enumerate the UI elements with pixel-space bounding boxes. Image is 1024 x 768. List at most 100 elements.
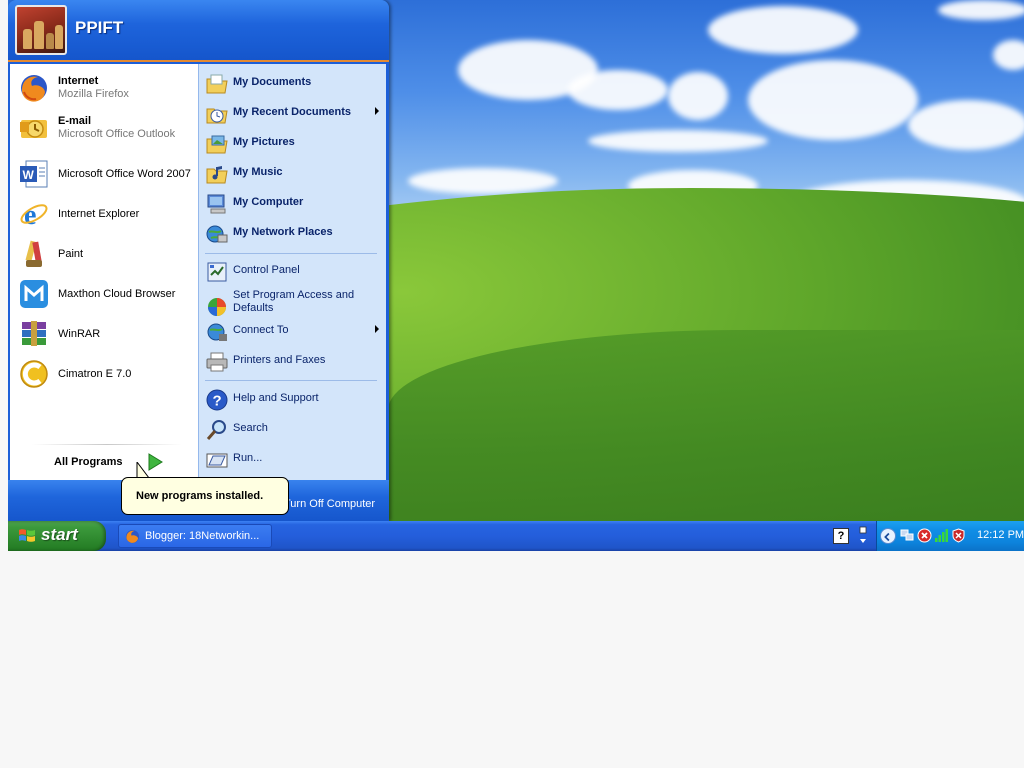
signal-strength-icon[interactable] [934, 528, 949, 543]
outlook-icon [20, 120, 47, 138]
recent-program-winrar[interactable]: WinRAR [16, 316, 196, 352]
help-icon: ? [206, 389, 228, 411]
language-help-icon[interactable]: ? [833, 528, 849, 544]
taskbar: start Blogger: 18Networkin... ? 12:12 PM [8, 521, 1024, 551]
places-pane: My Documents My Recent Documents My Pict… [198, 64, 386, 480]
start-button[interactable]: start [8, 521, 106, 551]
user-name: PPIFT [75, 18, 124, 37]
my-pictures-icon [206, 135, 228, 154]
program-subtitle: Microsoft Office Outlook [58, 128, 176, 140]
network-connection-icon[interactable] [900, 528, 915, 543]
search-icon [206, 420, 226, 440]
my-computer-item[interactable]: My Computer [203, 189, 383, 217]
paint-icon [25, 240, 42, 267]
winrar-icon [22, 321, 46, 346]
control-panel-item[interactable]: Control Panel [203, 257, 383, 285]
program-access-icon [208, 298, 226, 316]
my-pictures-item[interactable]: My Pictures [203, 129, 383, 157]
chevron-left-icon [884, 532, 890, 542]
windows-logo-icon [19, 529, 35, 542]
place-label: Run... [233, 452, 263, 464]
printers-faxes-item[interactable]: Printers and Faxes [203, 347, 383, 375]
pinned-internet[interactable]: Internet Mozilla Firefox [16, 70, 196, 106]
security-shield-icon[interactable] [951, 528, 966, 543]
program-subtitle: Mozilla Firefox [58, 88, 129, 100]
program-title: E-mail [58, 115, 92, 127]
antivirus-alert-icon[interactable] [917, 528, 932, 543]
start-label: start [41, 525, 78, 544]
svg-text:W: W [23, 168, 35, 182]
connect-to-item[interactable]: Connect To [203, 317, 383, 345]
place-label: Help and Support [233, 392, 319, 404]
my-documents-item[interactable]: My Documents [203, 69, 383, 97]
recent-program-ie[interactable]: e Internet Explorer [16, 196, 196, 232]
taskbar-button-label: Blogger: 18Networkin... [145, 530, 260, 542]
control-panel-icon [207, 262, 227, 282]
desktop: PPIFT Internet Mozilla Firefox E-mail Mi… [8, 0, 1024, 551]
divider [32, 444, 182, 445]
help-support-item[interactable]: ? Help and Support [203, 385, 383, 413]
show-hidden-icons-button[interactable] [880, 528, 896, 544]
word-icon: W [20, 160, 48, 188]
run-item[interactable]: Run... [203, 445, 383, 473]
internet-explorer-icon: e [20, 200, 48, 230]
all-programs-label: All Programs [54, 456, 123, 468]
submenu-arrow-icon [375, 107, 379, 115]
recent-program-maxthon[interactable]: Maxthon Cloud Browser [16, 276, 196, 312]
place-label: My Pictures [233, 136, 295, 148]
place-label: My Network Places [233, 226, 333, 238]
place-label: Search [233, 422, 268, 434]
programs-pane: Internet Mozilla Firefox E-mail Microsof… [10, 64, 198, 480]
program-title: WinRAR [58, 328, 101, 340]
my-documents-icon [206, 74, 228, 94]
svg-text:?: ? [213, 393, 222, 410]
recent-documents-icon [206, 108, 228, 124]
network-places-icon [206, 225, 228, 243]
maxthon-icon [20, 280, 48, 308]
place-label: Control Panel [233, 264, 300, 276]
my-music-icon [206, 166, 228, 184]
start-menu: PPIFT Internet Mozilla Firefox E-mail Mi… [8, 0, 389, 521]
place-label: My Documents [233, 76, 312, 88]
recent-program-paint[interactable]: Paint [16, 236, 196, 272]
start-menu-header: PPIFT [8, 0, 389, 62]
new-programs-balloon[interactable]: New programs installed. [121, 477, 289, 515]
all-programs-button[interactable]: All Programs [40, 452, 190, 474]
program-title: Cimatron E 7.0 [58, 368, 132, 380]
cimatron-icon [20, 360, 48, 388]
pinned-email[interactable]: E-mail Microsoft Office Outlook [16, 110, 196, 146]
my-recent-documents-item[interactable]: My Recent Documents [203, 99, 383, 127]
recent-program-cimatron[interactable]: Cimatron E 7.0 [16, 356, 196, 392]
place-label: My Music [233, 166, 283, 178]
search-item[interactable]: Search [203, 415, 383, 443]
turn-off-label: Turn Off Computer [284, 498, 376, 510]
system-tray: 12:12 PM [876, 521, 1024, 551]
place-label: Set Program Access and Defaults [233, 289, 355, 314]
connect-to-icon [207, 323, 227, 341]
chess-pieces-icon[interactable] [15, 5, 67, 55]
firefox-icon [125, 529, 140, 544]
balloon-text: New programs installed. [136, 490, 264, 502]
place-label: My Recent Documents [233, 106, 351, 118]
svg-text:e: e [24, 200, 36, 230]
place-label: My Computer [233, 196, 304, 208]
place-label: Printers and Faxes [233, 354, 326, 366]
divider [205, 380, 377, 381]
my-network-places-item[interactable]: My Network Places [203, 219, 383, 247]
place-label: Connect To [233, 324, 289, 336]
program-title: Paint [58, 248, 84, 260]
taskbar-button-blogger[interactable]: Blogger: 18Networkin... [118, 524, 272, 548]
turn-off-computer-button[interactable]: Turn Off Computer [284, 492, 384, 510]
input-indicator-icon[interactable] [858, 525, 868, 547]
program-title: Internet [58, 75, 99, 87]
program-title: Maxthon Cloud Browser [58, 288, 176, 300]
submenu-arrow-icon [375, 325, 379, 333]
recent-program-word[interactable]: W Microsoft Office Word 2007 [16, 156, 196, 192]
firefox-icon [21, 75, 47, 102]
run-icon [206, 453, 228, 468]
program-title: Microsoft Office Word 2007 [58, 168, 191, 180]
clock[interactable]: 12:12 PM [977, 529, 1024, 541]
my-music-item[interactable]: My Music [203, 159, 383, 187]
program-title: Internet Explorer [58, 208, 140, 220]
divider [205, 253, 377, 254]
